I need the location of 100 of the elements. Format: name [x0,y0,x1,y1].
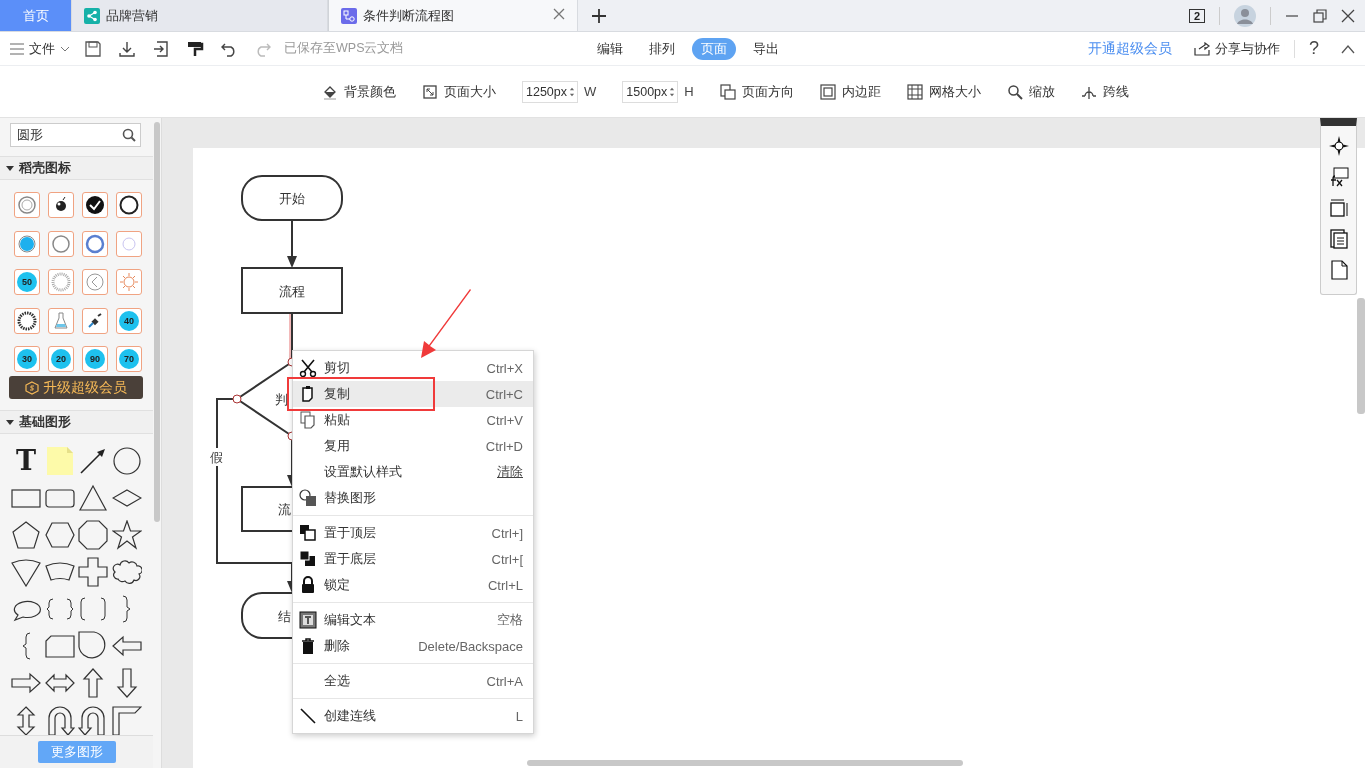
avatar-icon[interactable] [1234,4,1256,27]
size-input[interactable]: 1250px [522,80,578,103]
text-tool[interactable]: T [11,446,41,476]
menu-label: 置于底层 [324,550,376,568]
restore-icon[interactable] [1313,8,1327,23]
menu-item[interactable]: 置于底层 Ctrl+[ [293,546,533,572]
search-field[interactable]: 圆形 [10,123,141,147]
tab[interactable]: 条件判断流程图 [328,0,578,31]
notification-badge[interactable]: 2 [1188,8,1205,23]
close-icon[interactable] [1341,8,1355,23]
page-icon[interactable] [1328,260,1349,280]
toolbar-button[interactable]: 页面方向 [719,82,794,101]
icon-tile[interactable] [48,230,74,257]
search-icon[interactable] [122,128,136,142]
icon-tile[interactable] [82,192,108,218]
mode-tab[interactable]: 导出 [744,38,788,60]
section-header[interactable]: 基础图形 [0,410,153,434]
tab[interactable]: 品牌营销 [72,0,328,31]
connection-point[interactable] [232,394,242,404]
download-icon[interactable] [118,39,136,58]
menu-item[interactable]: 替换图形 [293,485,533,511]
section-header[interactable]: 稻壳图标 [0,156,153,180]
menu-item[interactable]: 全选 Ctrl+A [293,668,533,694]
scissors-icon [299,359,317,377]
menu-item[interactable]: 复制 Ctrl+C [293,381,533,407]
toolbar-button[interactable]: 跨线 [1080,82,1129,101]
toolbar-button[interactable]: 网格大小 [906,82,981,101]
add-tab-icon[interactable] [592,8,606,23]
icon-tile[interactable]: 70 [116,346,142,373]
help-button[interactable]: ? [1309,38,1319,59]
icon-tile[interactable]: 90 [82,346,108,373]
fan-icon[interactable] [11,557,41,588]
caret-icon[interactable] [6,418,14,426]
shortcut: Ctrl+A [486,673,523,689]
icon-tile[interactable] [116,230,142,257]
shortcut: Ctrl+] [491,525,523,541]
icon-tile[interactable] [116,192,142,218]
menu-item[interactable]: 粘贴 Ctrl+V [293,407,533,433]
menu-item[interactable]: 删除 Delete/Backspace [293,633,533,659]
icon-tile[interactable] [48,192,74,218]
file-menu[interactable]: 文件 [10,39,70,58]
icon-tile[interactable]: 50 [14,269,40,296]
icon-tile[interactable] [116,269,142,296]
size-input[interactable]: 1500px [622,80,679,103]
share-button[interactable]: 分享与协作 [1194,39,1280,58]
icon-tile[interactable] [82,307,108,334]
toolbar-button[interactable]: 内边距 [819,82,881,101]
star-icon[interactable] [111,520,142,551]
scrollbar[interactable] [1357,298,1365,414]
icon-tile[interactable] [14,230,40,257]
toolbar-button[interactable]: 背景颜色 [322,82,396,101]
icon-tile[interactable]: 40 [116,307,142,334]
annotation-arrow [418,288,474,360]
icon-tile[interactable]: 30 [14,346,40,373]
triangle-icon[interactable] [78,483,108,514]
dotted-ring-icon [51,272,71,293]
menu-item[interactable]: 创建连线 L [293,703,533,729]
save-icon[interactable] [84,39,102,58]
clear-link[interactable]: 清除 [497,463,523,481]
close-icon[interactable] [553,8,565,20]
compass-icon[interactable] [1328,136,1349,156]
upgrade-button[interactable]: 升级超级会员 [9,376,143,399]
toolbar-button[interactable]: 缩放 [1006,82,1055,101]
cross-icon[interactable] [78,557,108,588]
menu-item[interactable]: 复用 Ctrl+D [293,433,533,459]
u-turn-arrow-icon[interactable] [78,705,108,736]
caret-icon[interactable] [6,164,14,172]
formula-icon[interactable] [1328,167,1349,187]
circle-icon [119,195,139,215]
icon-tile[interactable] [48,307,74,334]
icon-tile[interactable] [82,269,108,296]
mode-tab[interactable]: 编辑 [588,38,632,60]
menu-item[interactable]: 设置默认样式 清除 [293,459,533,485]
menu-item[interactable]: 锁定 Ctrl+L [293,572,533,598]
pages-icon[interactable] [1328,229,1349,249]
format-painter-icon[interactable] [186,39,204,58]
menu-item[interactable]: 置于顶层 Ctrl+] [293,520,533,546]
coin-icon [25,380,39,395]
icon-tile[interactable] [48,269,74,296]
shortcut: Ctrl+D [485,438,523,454]
corner-shape-icon[interactable] [111,705,142,736]
resize-icon[interactable] [1328,198,1349,218]
mode-tab[interactable]: 排列 [640,38,684,60]
toolbar-button[interactable]: 页面大小 [422,82,496,101]
octagon-icon[interactable] [78,520,108,551]
icon-tile[interactable] [82,230,108,257]
hexagon-icon[interactable] [44,520,75,551]
grid-icon [906,83,923,100]
icon-tile[interactable]: 20 [48,346,74,373]
circle-icon[interactable] [111,446,142,476]
scrollbar[interactable] [527,760,963,766]
scrollbar[interactable] [154,122,160,522]
export-icon[interactable] [152,39,170,58]
icon-tile[interactable] [14,307,40,334]
menu-item[interactable]: 编辑文本 空格 [293,607,533,633]
pentagon-icon[interactable] [11,520,41,551]
arrow-icon[interactable] [78,446,108,476]
icon-tile[interactable] [14,192,40,218]
menu-item[interactable]: 剪切 Ctrl+X [293,355,533,381]
collapse-icon[interactable] [1341,43,1355,54]
